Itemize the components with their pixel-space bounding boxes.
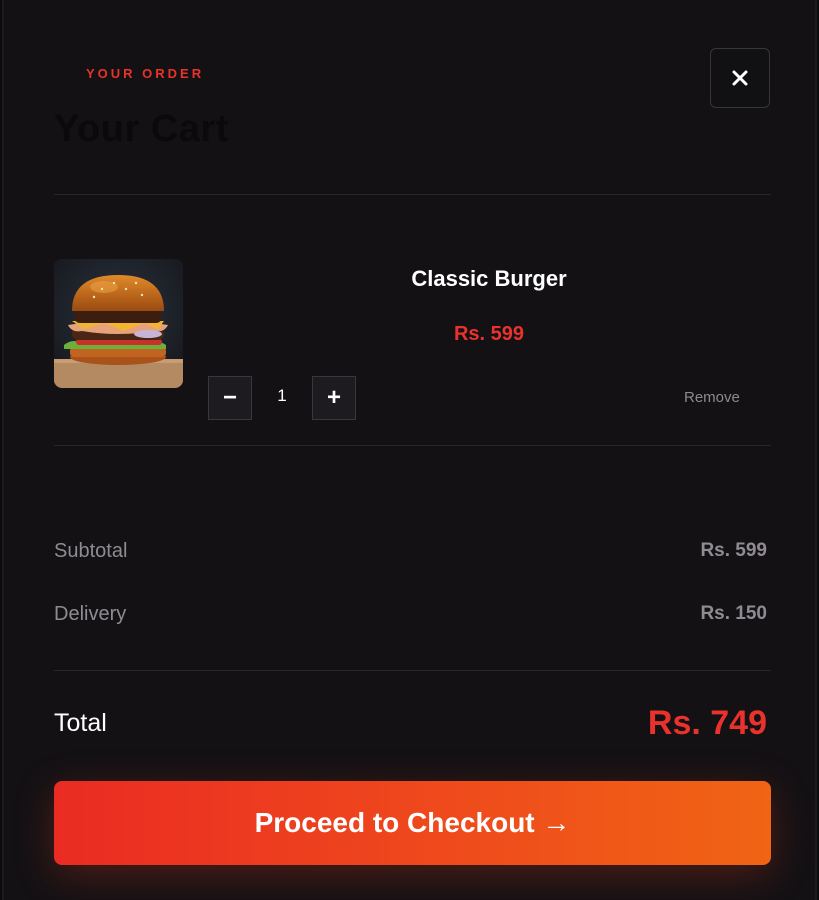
cart-drawer: YOUR ORDER Your Cart Classic Burger Rs. … bbox=[4, 0, 815, 900]
remove-item-button[interactable]: Remove bbox=[684, 389, 774, 406]
item-name: Classic Burger bbox=[411, 266, 567, 291]
subtotal-label: Subtotal bbox=[54, 540, 128, 562]
burger-image bbox=[54, 259, 183, 388]
total-value: Rs. 749 bbox=[647, 704, 767, 742]
delivery-label: Delivery bbox=[54, 603, 127, 625]
header-divider bbox=[54, 194, 771, 195]
delivery-value: Rs. 150 bbox=[700, 603, 767, 624]
quantity-value: 1 bbox=[277, 386, 287, 405]
cart-title: Your Cart bbox=[54, 108, 229, 150]
summary-divider bbox=[54, 670, 771, 671]
item-image bbox=[54, 259, 183, 388]
proceed-to-checkout-button[interactable]: Proceed to Checkout → bbox=[54, 781, 771, 865]
items-divider bbox=[54, 445, 771, 446]
total-label: Total bbox=[54, 709, 107, 737]
close-icon bbox=[732, 70, 748, 86]
increase-quantity-button[interactable]: + bbox=[312, 376, 356, 420]
decrease-quantity-button[interactable]: − bbox=[208, 376, 252, 420]
item-price: Rs. 599 bbox=[453, 323, 525, 345]
cart-eyebrow: YOUR ORDER bbox=[86, 66, 205, 81]
subtotal-value: Rs. 599 bbox=[700, 540, 767, 561]
close-button[interactable] bbox=[710, 48, 770, 108]
